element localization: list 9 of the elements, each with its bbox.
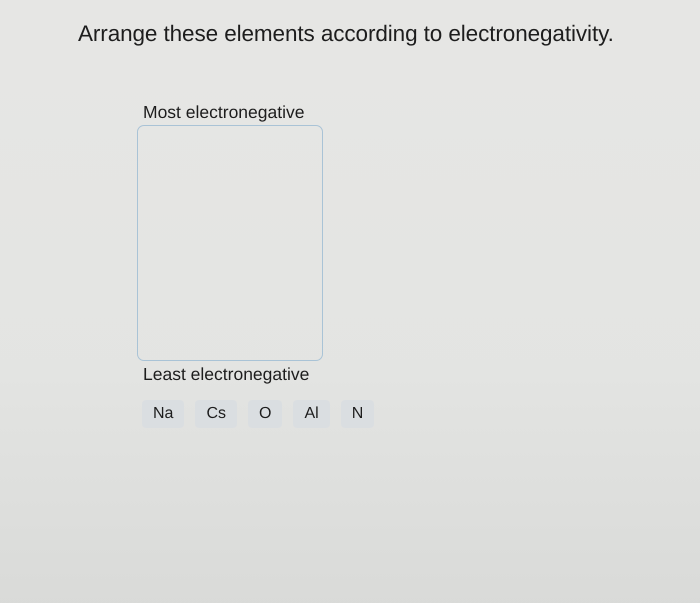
element-tile[interactable]: N [340, 400, 374, 428]
element-tile[interactable]: Na [142, 400, 184, 428]
top-label: Most electronegative [143, 102, 304, 122]
bottom-label: Least electronegative [143, 364, 310, 384]
element-tile[interactable]: Al [293, 400, 330, 428]
element-tile[interactable]: Cs [195, 400, 238, 428]
element-tile[interactable]: O [248, 400, 282, 428]
question-text: Arrange these elements according to electronegativity. [78, 21, 614, 47]
answer-box[interactable] [137, 125, 323, 361]
